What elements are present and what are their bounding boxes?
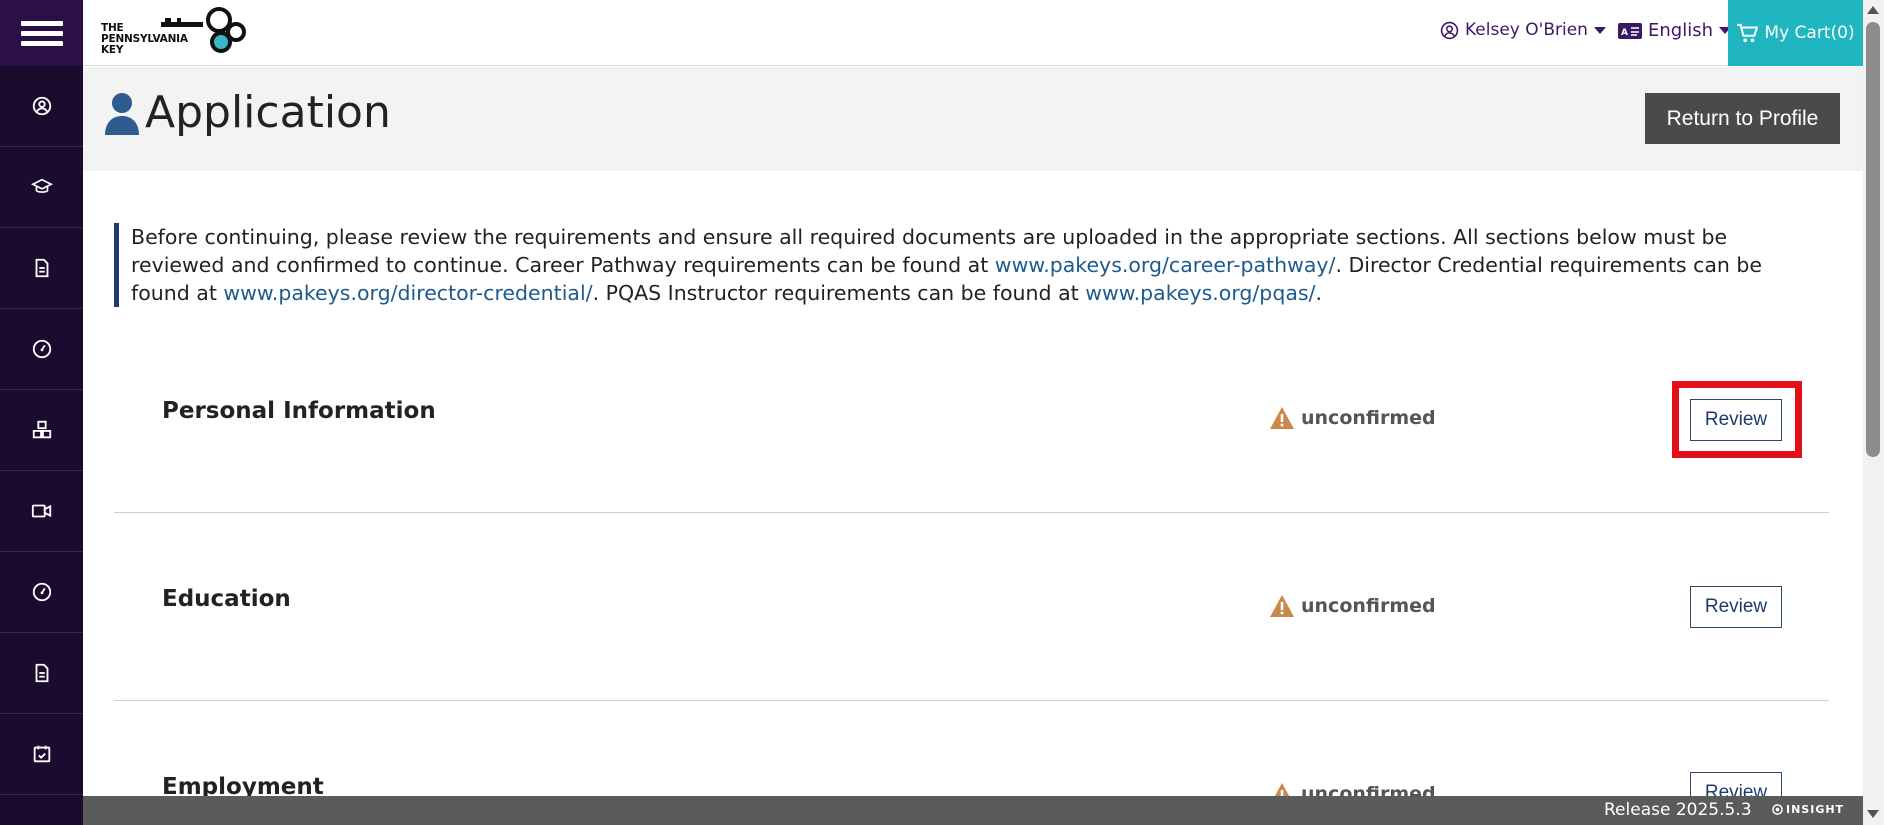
footer-bar: Release 2025.5.3 INSIGHT	[83, 796, 1863, 825]
top-header: THE PENNSYLVANIA KEY Kelsey O'Brien A En…	[83, 0, 1863, 66]
profile-icon	[32, 96, 51, 116]
review-education-button[interactable]: Review	[1690, 586, 1782, 628]
section-title: Education	[162, 586, 291, 612]
warning-icon	[1274, 783, 1290, 796]
sidebar-item-profile[interactable]	[0, 66, 83, 147]
sidebar-item-documents[interactable]	[0, 228, 83, 309]
cart-label: My Cart(0)	[1764, 23, 1855, 43]
career-pathway-link[interactable]: www.pakeys.org/career-pathway/	[995, 253, 1336, 277]
sidebar-item-reports[interactable]	[0, 552, 83, 633]
shopping-cart-icon	[1737, 23, 1759, 43]
page-header: Application Return to Profile	[83, 67, 1863, 171]
review-employment-button[interactable]: Review	[1690, 772, 1782, 796]
section-personal-information: Personal Information unconfirmed Review	[114, 325, 1829, 513]
user-icon	[105, 92, 139, 135]
section-education: Education unconfirmed Review	[114, 513, 1829, 701]
user-name: Kelsey O'Brien	[1465, 20, 1588, 40]
return-to-profile-button[interactable]: Return to Profile	[1645, 93, 1840, 144]
pennsylvania-key-logo[interactable]: THE PENNSYLVANIA KEY	[101, 6, 251, 60]
insight-brand: INSIGHT	[1772, 803, 1844, 816]
pqas-link[interactable]: www.pakeys.org/pqas/	[1085, 281, 1315, 305]
status-text: unconfirmed	[1301, 595, 1436, 617]
sidebar-item-files[interactable]	[0, 633, 83, 714]
status-badge: unconfirmed	[1269, 406, 1436, 430]
insight-text: INSIGHT	[1786, 803, 1845, 816]
highlight-box	[1672, 381, 1802, 458]
user-menu[interactable]: Kelsey O'Brien	[1440, 20, 1606, 40]
sidebar-item-calendar[interactable]	[0, 714, 83, 795]
dashboard-icon	[32, 339, 51, 359]
director-credential-link[interactable]: www.pakeys.org/director-credential/	[223, 281, 592, 305]
insight-logo-icon	[1772, 804, 1783, 815]
cart-button[interactable]: My Cart(0)	[1728, 0, 1863, 66]
notice-text: . PQAS Instructor requirements can be fo…	[592, 281, 1086, 305]
document-icon	[35, 258, 48, 278]
scroll-down-arrow-icon[interactable]	[1867, 810, 1879, 818]
sidebar-item-video[interactable]	[0, 471, 83, 552]
requirements-notice: Before continuing, please review the req…	[114, 223, 1814, 307]
status-text: unconfirmed	[1301, 783, 1436, 796]
warning-icon	[1270, 595, 1294, 617]
hamburger-menu-button[interactable]	[0, 0, 83, 66]
scrollbar-thumb[interactable]	[1866, 22, 1880, 457]
page-title: Application	[145, 87, 391, 138]
section-employment: Employment unconfirmed Review	[114, 701, 1829, 796]
scroll-up-arrow-icon[interactable]	[1867, 6, 1879, 14]
status-badge: unconfirmed	[1269, 782, 1436, 796]
language-icon: A	[1618, 22, 1642, 39]
graduation-cap-icon	[30, 178, 53, 193]
notice-text: .	[1315, 281, 1323, 305]
status-text: unconfirmed	[1301, 407, 1436, 429]
user-circle-icon	[1440, 21, 1459, 39]
sidebar-item-education[interactable]	[0, 147, 83, 228]
sidebar-item-dashboard[interactable]	[0, 309, 83, 390]
sidebar-item-blocks[interactable]	[0, 390, 83, 471]
calendar-check-icon	[33, 745, 50, 763]
hamburger-icon	[20, 16, 63, 51]
language-menu[interactable]: A English	[1618, 20, 1731, 41]
dashboard-icon	[32, 582, 51, 602]
status-badge: unconfirmed	[1269, 594, 1436, 618]
blocks-icon	[32, 420, 51, 439]
section-title: Employment	[162, 774, 324, 796]
video-icon	[31, 504, 51, 518]
page-title-group: Application	[103, 87, 391, 138]
chevron-down-icon	[1593, 26, 1606, 34]
release-version: Release 2025.5.3	[1604, 800, 1752, 820]
logo-wordmark: THE PENNSYLVANIA KEY	[101, 22, 188, 56]
section-title: Personal Information	[162, 398, 436, 424]
language-label: English	[1648, 20, 1713, 41]
svg-text:A: A	[1621, 28, 1628, 38]
warning-icon	[1270, 407, 1294, 429]
side-navigation	[0, 0, 83, 825]
document-icon	[35, 663, 48, 683]
